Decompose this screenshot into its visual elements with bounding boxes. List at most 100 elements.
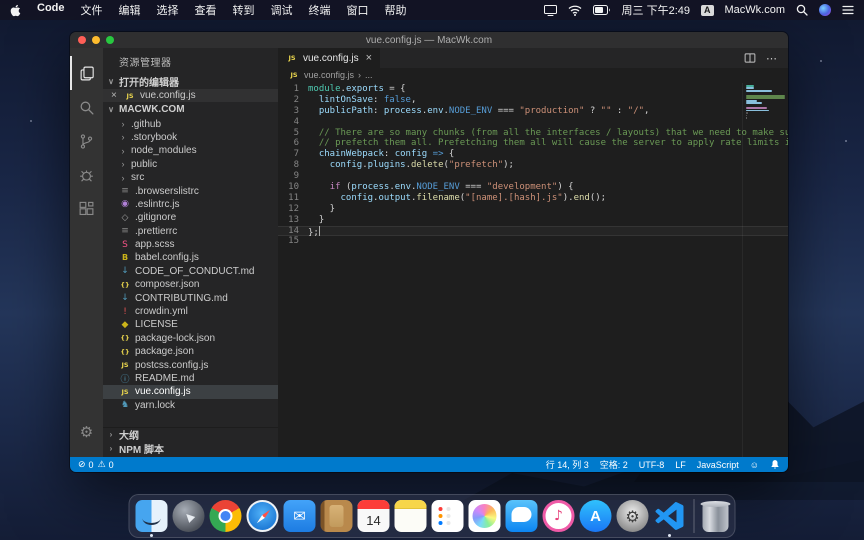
- minimize-window-button[interactable]: [92, 36, 100, 44]
- siri-icon[interactable]: [819, 4, 831, 16]
- close-window-button[interactable]: [78, 36, 86, 44]
- tree-folder-src[interactable]: ›src: [103, 171, 278, 184]
- messages-dock-icon[interactable]: [506, 500, 538, 532]
- code-line-10[interactable]: 10 if (process.env.NODE_ENV === "develop…: [278, 182, 788, 193]
- code-line-6[interactable]: 6 // prefetch them all. Prefetching them…: [278, 138, 788, 149]
- feedback-smiley-icon[interactable]: ☺: [750, 460, 759, 470]
- tree-file-.prettierrc[interactable]: ≡.prettierrc: [103, 225, 278, 238]
- menu-item-调试[interactable]: 调试: [271, 2, 293, 18]
- tree-file-package.json[interactable]: {}package.json: [103, 345, 278, 358]
- tree-file-yarn.lock[interactable]: ♞yarn.lock: [103, 399, 278, 412]
- project-root-header[interactable]: ∨ MACWK.COM: [103, 102, 278, 117]
- notification-center-icon[interactable]: [842, 5, 854, 15]
- appstore-dock-icon[interactable]: A: [580, 500, 612, 532]
- menu-item-转到[interactable]: 转到: [233, 2, 255, 18]
- close-tab-icon[interactable]: ×: [366, 52, 372, 64]
- menu-item-编辑[interactable]: 编辑: [119, 2, 141, 18]
- code-line-11[interactable]: 11 config.output.filename("[name].[hash]…: [278, 193, 788, 204]
- problems-errors[interactable]: ⊘ 0: [78, 459, 94, 470]
- breadcrumb[interactable]: JS vue.config.js › ...: [278, 68, 788, 81]
- itunes-dock-icon[interactable]: ♪: [543, 500, 575, 532]
- breadcrumb-symbol[interactable]: ...: [365, 70, 373, 80]
- menu-item-窗口[interactable]: 窗口: [347, 2, 369, 18]
- notes-dock-icon[interactable]: [395, 500, 427, 532]
- close-editor-icon[interactable]: ×: [111, 90, 120, 101]
- explorer-icon[interactable]: [70, 56, 103, 90]
- tree-file-app.scss[interactable]: Sapp.scss: [103, 238, 278, 251]
- status-item[interactable]: 行 14, 列 3: [546, 458, 589, 471]
- tree-folder-public[interactable]: ›public: [103, 158, 278, 171]
- screen-mirroring-icon[interactable]: [544, 5, 557, 16]
- code-line-13[interactable]: 13 }: [278, 215, 788, 226]
- code-editor[interactable]: 1module.exports = {2 lintOnSave: false,3…: [278, 81, 788, 457]
- contacts-dock-icon[interactable]: [321, 500, 353, 532]
- wifi-icon[interactable]: [568, 5, 582, 16]
- finder-dock-icon[interactable]: [136, 500, 168, 532]
- menu-item-帮助[interactable]: 帮助: [385, 2, 407, 18]
- sidebar-section-NPM 脚本[interactable]: ›NPM 脚本: [103, 442, 278, 456]
- menu-item-终端[interactable]: 终端: [309, 2, 331, 18]
- menu-item-文件[interactable]: 文件: [81, 2, 103, 18]
- extensions-icon[interactable]: [70, 192, 103, 226]
- window-titlebar[interactable]: vue.config.js — MacWk.com: [70, 32, 788, 48]
- menu-item-选择[interactable]: 选择: [157, 2, 179, 18]
- reminders-dock-icon[interactable]: [432, 500, 464, 532]
- code-line-9[interactable]: 9: [278, 171, 788, 182]
- tree-file-.eslintrc.js[interactable]: ◉.eslintrc.js: [103, 198, 278, 211]
- code-line-3[interactable]: 3 publicPath: process.env.NODE_ENV === "…: [278, 106, 788, 117]
- code-line-12[interactable]: 12 }: [278, 204, 788, 215]
- code-line-15[interactable]: 15: [278, 236, 788, 247]
- more-actions-icon[interactable]: ⋯: [766, 52, 778, 65]
- status-item[interactable]: JavaScript: [697, 460, 739, 470]
- tree-file-crowdin.yml[interactable]: !crowdin.yml: [103, 305, 278, 318]
- breadcrumb-file[interactable]: vue.config.js: [304, 70, 354, 80]
- status-item[interactable]: 空格: 2: [600, 458, 628, 471]
- tree-file-vue.config.js[interactable]: JSvue.config.js: [103, 385, 278, 398]
- input-method-icon[interactable]: A: [701, 5, 714, 16]
- tree-folder-.storybook[interactable]: ›.storybook: [103, 131, 278, 144]
- safari-dock-icon[interactable]: [247, 500, 279, 532]
- mail-dock-icon[interactable]: ✉: [284, 500, 316, 532]
- menubar-brand[interactable]: MacWk.com: [725, 4, 786, 16]
- tree-folder-node_modules[interactable]: ›node_modules: [103, 144, 278, 157]
- code-line-8[interactable]: 8 config.plugins.delete("prefetch");: [278, 160, 788, 171]
- tree-file-package-lock.json[interactable]: {}package-lock.json: [103, 332, 278, 345]
- code-line-2[interactable]: 2 lintOnSave: false,: [278, 95, 788, 106]
- debug-icon[interactable]: [70, 158, 103, 192]
- tree-file-CONTRIBUTING.md[interactable]: ↓CONTRIBUTING.md: [103, 291, 278, 304]
- spotlight-search-icon[interactable]: [796, 4, 808, 16]
- code-line-7[interactable]: 7 chainWebpack: config => {: [278, 149, 788, 160]
- photos-dock-icon[interactable]: [469, 500, 501, 532]
- tree-file-.gitignore[interactable]: ◇.gitignore: [103, 211, 278, 224]
- code-line-5[interactable]: 5 // There are so many chunks (from all …: [278, 128, 788, 139]
- open-editors-header[interactable]: ∨ 打开的编辑器: [103, 74, 278, 89]
- preferences-dock-icon[interactable]: ⚙: [617, 500, 649, 532]
- battery-icon[interactable]: [593, 5, 611, 15]
- code-line-14[interactable]: 14};: [278, 226, 788, 237]
- tree-file-babel.config.js[interactable]: Bbabel.config.js: [103, 251, 278, 264]
- tree-file-postcss.config.js[interactable]: JSpostcss.config.js: [103, 358, 278, 371]
- open-editor-item[interactable]: ×JSvue.config.js: [103, 89, 278, 102]
- chrome-dock-icon[interactable]: [210, 500, 242, 532]
- zoom-window-button[interactable]: [106, 36, 114, 44]
- minimap[interactable]: [742, 83, 788, 457]
- menubar-clock[interactable]: 周三 下午2:49: [622, 2, 690, 18]
- tree-file-LICENSE[interactable]: ◆LICENSE: [103, 318, 278, 331]
- trash-dock-icon[interactable]: [703, 504, 729, 532]
- source-control-icon[interactable]: [70, 124, 103, 158]
- status-item[interactable]: UTF-8: [639, 460, 665, 470]
- status-item[interactable]: LF: [675, 460, 686, 470]
- tree-file-.browserslistrc[interactable]: ≡.browserslistrc: [103, 184, 278, 197]
- tree-file-CODE_OF_CONDUCT.md[interactable]: ↓CODE_OF_CONDUCT.md: [103, 265, 278, 278]
- tree-file-composer.json[interactable]: {}composer.json: [103, 278, 278, 291]
- code-line-4[interactable]: 4: [278, 117, 788, 128]
- manage-gear-icon[interactable]: ⚙: [70, 415, 103, 449]
- sidebar-section-大纲[interactable]: ›大纲: [103, 428, 278, 442]
- vscode-dock-icon[interactable]: [654, 500, 686, 532]
- apple-menu-icon[interactable]: [10, 4, 21, 17]
- menu-item-查看[interactable]: 查看: [195, 2, 217, 18]
- menu-item-Code[interactable]: Code: [37, 2, 65, 18]
- search-icon[interactable]: [70, 90, 103, 124]
- tree-folder-.github[interactable]: ›.github: [103, 117, 278, 130]
- tree-file-README.md[interactable]: ⓘREADME.md: [103, 372, 278, 385]
